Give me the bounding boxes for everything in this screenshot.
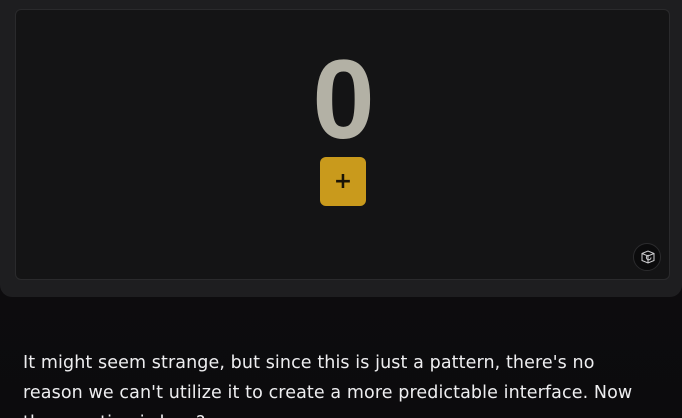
increment-button[interactable]: + [320,157,366,206]
demo-frame: 0 + [0,0,682,297]
reset-button[interactable] [633,243,661,271]
page: 0 + It might seem strange, but since thi… [0,0,682,418]
article-paragraph: It might seem strange, but since this is… [23,353,633,418]
counter-demo-panel: 0 + [15,9,670,280]
counter-value: 0 [312,37,375,162]
